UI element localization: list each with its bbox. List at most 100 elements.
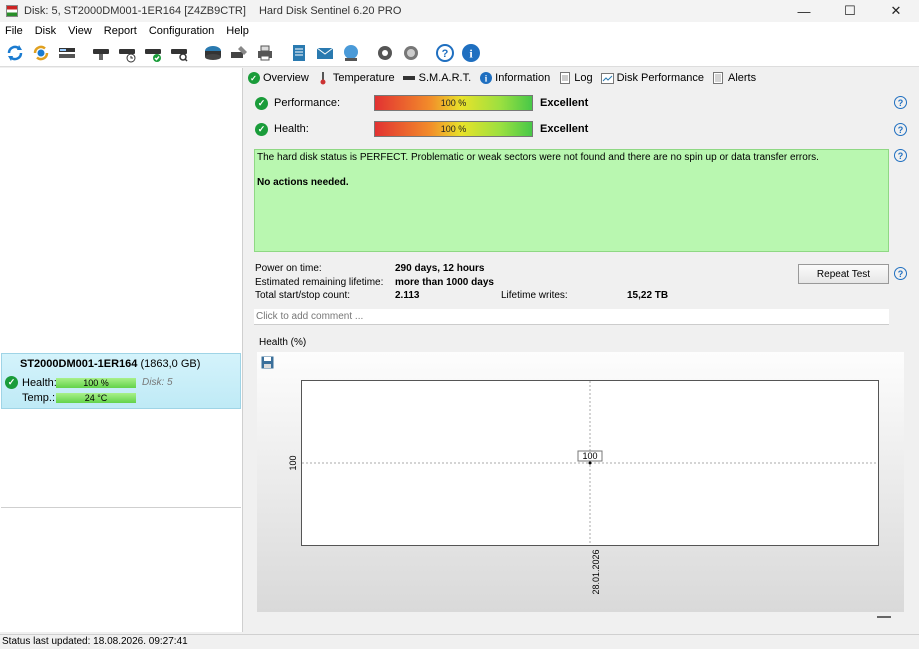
settings-icon[interactable] bbox=[373, 41, 397, 65]
menu-disk[interactable]: Disk bbox=[29, 25, 62, 37]
disk-ok-icon[interactable] bbox=[141, 41, 165, 65]
alerts-icon bbox=[712, 72, 725, 85]
comment-input[interactable]: Click to add comment ... bbox=[254, 309, 889, 325]
printer-icon[interactable] bbox=[253, 41, 277, 65]
disk-icon bbox=[403, 72, 416, 85]
disk-card[interactable]: ST2000DM001-1ER164 (1863,0 GB) ✓ Health:… bbox=[1, 353, 241, 409]
tab-log[interactable]: Log bbox=[558, 72, 593, 85]
tab-smart[interactable]: S.M.A.R.T. bbox=[403, 72, 472, 85]
tab-bar: ✓ Overview Temperature S.M.A.R.T. i Info… bbox=[247, 69, 764, 87]
disk-list-icon[interactable] bbox=[55, 41, 79, 65]
disk-capacity: (1863,0 GB) bbox=[140, 358, 201, 370]
performance-icon bbox=[600, 72, 614, 85]
refresh-icon[interactable] bbox=[3, 41, 27, 65]
health-help-icon[interactable]: ? bbox=[894, 123, 907, 136]
sound-icon[interactable] bbox=[399, 41, 423, 65]
health-row: ✓ Health: 100 % Excellent bbox=[255, 121, 588, 137]
disk-schedule-icon[interactable] bbox=[115, 41, 139, 65]
tab-overview[interactable]: ✓ Overview bbox=[247, 72, 309, 85]
startstop-value: 2.113 bbox=[395, 290, 420, 301]
backup-icon[interactable] bbox=[201, 41, 225, 65]
tab-disk-performance[interactable]: Disk Performance bbox=[600, 72, 704, 85]
svg-text:?: ? bbox=[442, 48, 449, 60]
performance-help-icon[interactable]: ? bbox=[894, 96, 907, 109]
divider bbox=[1, 507, 241, 508]
menu-view[interactable]: View bbox=[62, 25, 98, 37]
window-controls: — ☐ ✕ bbox=[781, 0, 919, 22]
tab-temperature-label: Temperature bbox=[332, 72, 395, 84]
health-status-icon: ✓ bbox=[255, 122, 268, 136]
info-icon: i bbox=[479, 72, 492, 85]
help-icon[interactable]: ? bbox=[433, 41, 457, 65]
action-message: No actions needed. bbox=[257, 177, 349, 188]
health-bar: 100 % bbox=[374, 121, 533, 137]
tab-information-label: Information bbox=[495, 72, 551, 84]
thermometer-icon bbox=[317, 71, 330, 85]
chart-collapse-icon[interactable] bbox=[877, 616, 891, 618]
minimize-button[interactable]: — bbox=[781, 0, 827, 22]
disk-health-bar: 100 % bbox=[56, 377, 136, 388]
chart-svg: 100 100 28.01.2026 bbox=[288, 381, 878, 595]
menu-file[interactable]: File bbox=[0, 25, 29, 37]
save-chart-icon[interactable] bbox=[261, 356, 274, 369]
status-message-box: The hard disk status is PERFECT. Problem… bbox=[254, 149, 889, 252]
info-icon[interactable]: i bbox=[459, 41, 483, 65]
disk-search-icon[interactable] bbox=[167, 41, 191, 65]
email-icon[interactable] bbox=[313, 41, 337, 65]
title-bar: Disk: 5, ST2000DM001-1ER164 [Z4ZB9CTR] H… bbox=[0, 0, 919, 22]
y-tick-label: 100 bbox=[288, 455, 298, 470]
performance-ok-icon: ✓ bbox=[255, 96, 268, 110]
tab-smart-label: S.M.A.R.T. bbox=[418, 72, 472, 84]
tab-temperature[interactable]: Temperature bbox=[317, 71, 395, 85]
writes-value: 15,22 TB bbox=[627, 290, 669, 301]
toolbar: ? i bbox=[0, 39, 919, 67]
tab-alerts[interactable]: Alerts bbox=[712, 72, 756, 85]
disk-tools-icon[interactable] bbox=[227, 41, 251, 65]
disk-model: ST2000DM001-1ER164 bbox=[20, 358, 138, 370]
menu-report[interactable]: Report bbox=[98, 25, 143, 37]
performance-row: ✓ Performance: 100 % Excellent bbox=[255, 95, 588, 111]
writes-label: Lifetime writes: bbox=[501, 290, 568, 301]
performance-bar: 100 % bbox=[374, 95, 533, 111]
tab-log-label: Log bbox=[574, 72, 593, 84]
repeat-test-help-icon[interactable]: ? bbox=[894, 267, 907, 280]
close-button[interactable]: ✕ bbox=[873, 0, 919, 22]
disk-temp-bar: 24 °C bbox=[56, 393, 136, 403]
window-title-app: Hard Disk Sentinel 6.20 PRO bbox=[258, 5, 402, 17]
x-tick-label: 28.01.2026 bbox=[591, 549, 601, 594]
disk-list-panel: ST2000DM001-1ER164 (1863,0 GB) ✓ Health:… bbox=[0, 68, 243, 632]
status-bar: Status last updated: 18.08.2026. 09:27:4… bbox=[0, 634, 919, 649]
power-on-label: Power on time: bbox=[255, 263, 322, 274]
disk-health-label: Health: bbox=[22, 376, 57, 389]
data-label: 100 bbox=[582, 451, 597, 461]
network-icon[interactable] bbox=[339, 41, 363, 65]
data-point bbox=[588, 461, 592, 465]
chart-plot-area: 100 100 28.01.2026 bbox=[288, 380, 879, 595]
disk-test-icon[interactable] bbox=[89, 41, 113, 65]
health-label: Health: bbox=[274, 123, 309, 135]
refresh-warning-icon[interactable] bbox=[29, 41, 53, 65]
menu-bar: File Disk View Report Configuration Help bbox=[0, 22, 919, 39]
check-icon: ✓ bbox=[247, 72, 260, 85]
chart-title: Health (%) bbox=[259, 337, 307, 348]
report-icon[interactable] bbox=[287, 41, 311, 65]
status-message: The hard disk status is PERFECT. Problem… bbox=[257, 152, 819, 163]
menu-configuration[interactable]: Configuration bbox=[143, 25, 220, 37]
status-help-icon[interactable]: ? bbox=[894, 149, 907, 162]
window-title-disk: Disk: 5, ST2000DM001-1ER164 [Z4ZB9CTR] bbox=[24, 5, 246, 17]
repeat-test-button[interactable]: Repeat Test bbox=[798, 264, 889, 284]
maximize-button[interactable]: ☐ bbox=[827, 0, 873, 22]
tab-information[interactable]: i Information bbox=[479, 72, 550, 85]
startstop-label: Total start/stop count: bbox=[255, 290, 351, 301]
disk-temp-row: Temp.: 24 °C bbox=[22, 392, 136, 404]
tab-alerts-label: Alerts bbox=[727, 72, 757, 84]
tab-disk-performance-label: Disk Performance bbox=[616, 72, 704, 84]
log-icon bbox=[558, 72, 571, 85]
tab-overview-label: Overview bbox=[263, 72, 309, 84]
lifetime-value: more than 1000 days bbox=[395, 277, 494, 288]
health-ok-icon: ✓ bbox=[5, 376, 18, 389]
window-title: Disk: 5, ST2000DM001-1ER164 [Z4ZB9CTR] H… bbox=[24, 5, 401, 17]
disk-title: ST2000DM001-1ER164 (1863,0 GB) bbox=[20, 358, 200, 370]
disk-temp-label: Temp.: bbox=[22, 392, 56, 404]
menu-help[interactable]: Help bbox=[220, 25, 255, 37]
